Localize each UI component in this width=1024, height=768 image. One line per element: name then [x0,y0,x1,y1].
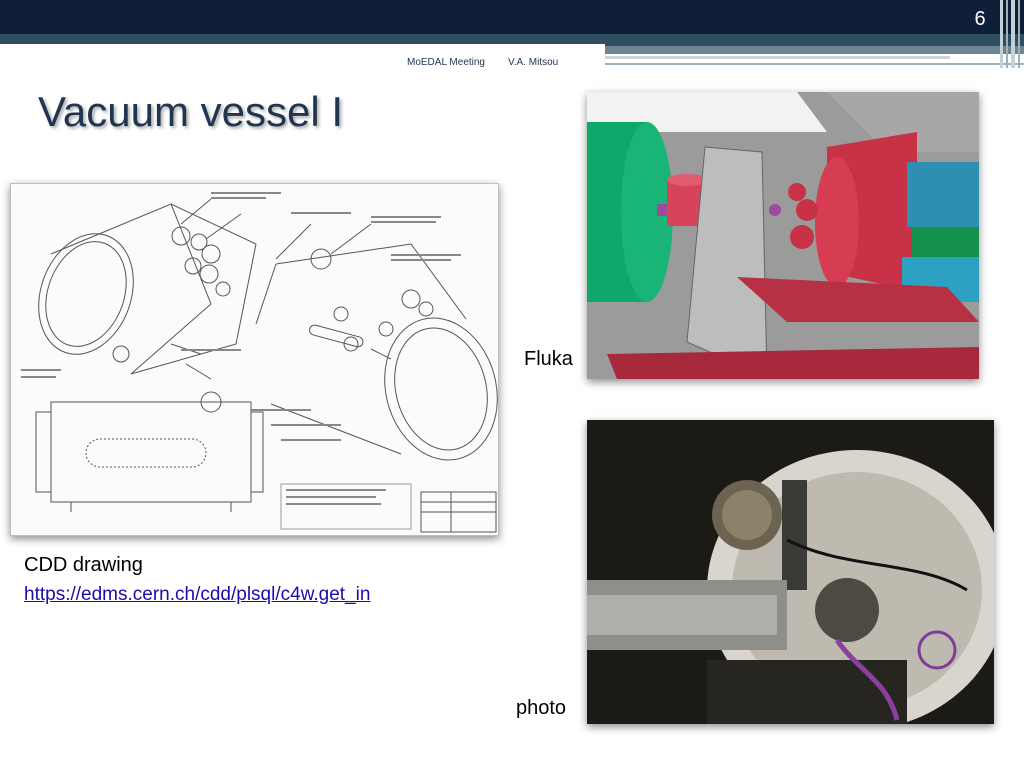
photo-image [587,420,994,724]
footer-meeting: MoEDAL Meeting [407,57,485,68]
slide-title: Vacuum vessel I [38,88,344,135]
header-line [605,63,1024,65]
fluka-caption: Fluka [524,348,573,370]
slide-number: 6 [974,8,986,30]
header-vertical-bar [1006,0,1008,68]
footer-author: V.A. Mitsou [508,57,559,68]
header-vertical-bar [1000,0,1003,68]
header-vertical-bar [1011,0,1015,68]
photo-caption: photo [516,697,567,719]
header-band-dark [0,0,1024,34]
fluka-image [587,92,979,379]
header-line [605,56,950,59]
cdd-drawing-graphic [21,192,498,533]
header-vertical-bar [1018,0,1020,68]
cdd-drawing-caption: CDD drawing [24,554,143,576]
photo-graphic [587,420,994,724]
cdd-link[interactable]: https://edms.cern.ch/cdd/plsql/c4w.get_i… [24,584,370,606]
cdd-drawing-image [10,183,499,536]
fluka-graphic [587,92,979,379]
